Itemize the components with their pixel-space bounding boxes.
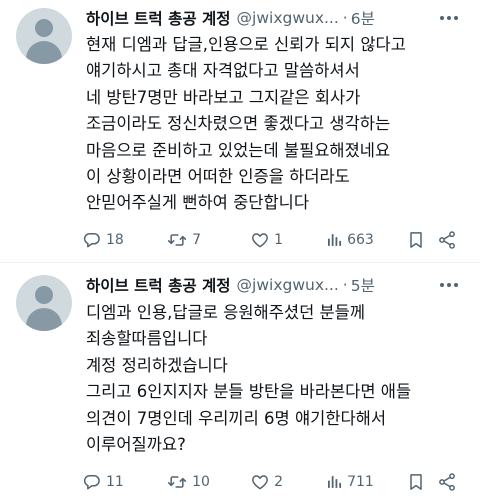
tweet-text-line: 디엠과 인용,답글로 응원해주셨던 분들께 [86, 303, 366, 322]
display-name[interactable]: 하이브 트럭 총공 계정 [86, 274, 231, 296]
separator-dot: · [342, 9, 348, 27]
timestamp[interactable]: 6분 [351, 7, 375, 29]
avatar-body-shape [26, 308, 62, 331]
user-handle[interactable]: @jwixgwux... [237, 276, 339, 294]
share-icon [438, 231, 455, 249]
tweet-text-line: 네 방탄7명만 바라보고 그지같은 회사가 [86, 87, 361, 107]
display-name[interactable]: 하이브 트럭 총공 계정 [86, 7, 231, 29]
bookmark-button[interactable] [406, 472, 437, 492]
user-handle[interactable]: @jwixgwux... [237, 9, 339, 27]
avatar-head-shape [35, 286, 53, 304]
tweet-text-line: 계정 정리하겠습니다 [86, 355, 228, 375]
tweet-text-line: 이 상황이라면 어떠한 인증을 하더라도 [86, 167, 350, 187]
reply-button[interactable]: 11 [82, 472, 166, 492]
avatar[interactable] [16, 275, 72, 331]
timestamp[interactable]: 5분 [351, 274, 375, 296]
bookmark-icon [409, 474, 422, 490]
avatar-head-shape [35, 19, 53, 37]
more-horizontal-icon[interactable] [440, 16, 464, 20]
tweet-text-line: 현재 디엠과 답글,인용으로 신뢰가 되지 않다고 [86, 35, 406, 54]
views-count: 711 [347, 474, 374, 490]
tweet-text-line: 의견이 7명인데 우리끼리 6명 얘기한다해서 [86, 408, 387, 428]
reply-icon [83, 233, 100, 248]
retweet-count: 7 [192, 232, 201, 248]
share-button[interactable] [437, 230, 464, 250]
views-bar-chart-icon [328, 476, 342, 488]
tweet-text-line: 마음으로 준비하고 있었는데 불필요해졌네요 [86, 140, 391, 160]
avatar-body-shape [26, 41, 62, 64]
retweet-icon [167, 234, 187, 246]
share-icon [438, 473, 455, 491]
tweet[interactable]: 하이브 트럭 총공 계정 @jwixgwux... · 6분 현재 디엠과 답글… [0, 0, 480, 262]
tweet-text-line: 조금이라도 정신차렸으면 좋겠다고 생각하는 [86, 114, 391, 134]
views-button[interactable]: 711 [325, 472, 405, 492]
tweet-text-line: 얘기하시고 총대 자격없다고 말씀하셔서 [86, 61, 360, 81]
retweet-count: 10 [192, 474, 210, 490]
share-button[interactable] [437, 472, 464, 492]
like-button[interactable]: 2 [250, 472, 325, 492]
reply-count: 18 [106, 232, 124, 248]
like-button[interactable]: 1 [250, 230, 325, 250]
views-bar-chart-icon [328, 234, 342, 246]
bookmark-icon [409, 232, 422, 248]
views-button[interactable]: 663 [325, 230, 405, 250]
heart-icon [252, 233, 269, 248]
reply-count: 11 [106, 474, 124, 490]
retweet-icon [167, 476, 187, 488]
avatar[interactable] [16, 8, 72, 64]
reply-button[interactable]: 18 [82, 230, 166, 250]
tweet[interactable]: 하이브 트럭 총공 계정 @jwixgwux... · 5분 디엠과 인용,답글… [0, 262, 480, 498]
separator-dot: · [342, 276, 348, 294]
tweet-text: 디엠과 인용,답글로 응원해주셨던 분들께 죄송할따름입니다 계정 정리하겠습니… [86, 300, 468, 458]
views-count: 663 [347, 232, 374, 248]
tweet-text-line: 이루어질까요? [86, 435, 186, 455]
tweet-actions: 11 10 2 711 [82, 471, 464, 493]
tweet-text-line: 그리고 6인지지자 분들 방탄을 바라본다면 애들 [86, 382, 412, 402]
tweet-header: 하이브 트럭 총공 계정 @jwixgwux... · 5분 [86, 272, 464, 298]
tweet-actions: 18 7 1 663 [82, 229, 464, 251]
like-count: 2 [274, 474, 284, 490]
more-horizontal-icon[interactable] [440, 283, 464, 287]
reply-icon [83, 475, 100, 490]
retweet-button[interactable]: 7 [166, 230, 250, 250]
bookmark-button[interactable] [406, 230, 437, 250]
tweet-text-line: 안믿어주실게 뻔하여 중단합니다 [86, 193, 310, 213]
tweet-text: 현재 디엠과 답글,인용으로 신뢰가 되지 않다고 얘기하시고 총대 자격없다고… [86, 32, 468, 217]
retweet-button[interactable]: 10 [166, 472, 250, 492]
tweet-text-line: 죄송할따름입니다 [86, 329, 208, 349]
tweet-header: 하이브 트럭 총공 계정 @jwixgwux... · 6분 [86, 5, 464, 31]
like-count: 1 [274, 232, 284, 248]
heart-icon [252, 475, 269, 490]
